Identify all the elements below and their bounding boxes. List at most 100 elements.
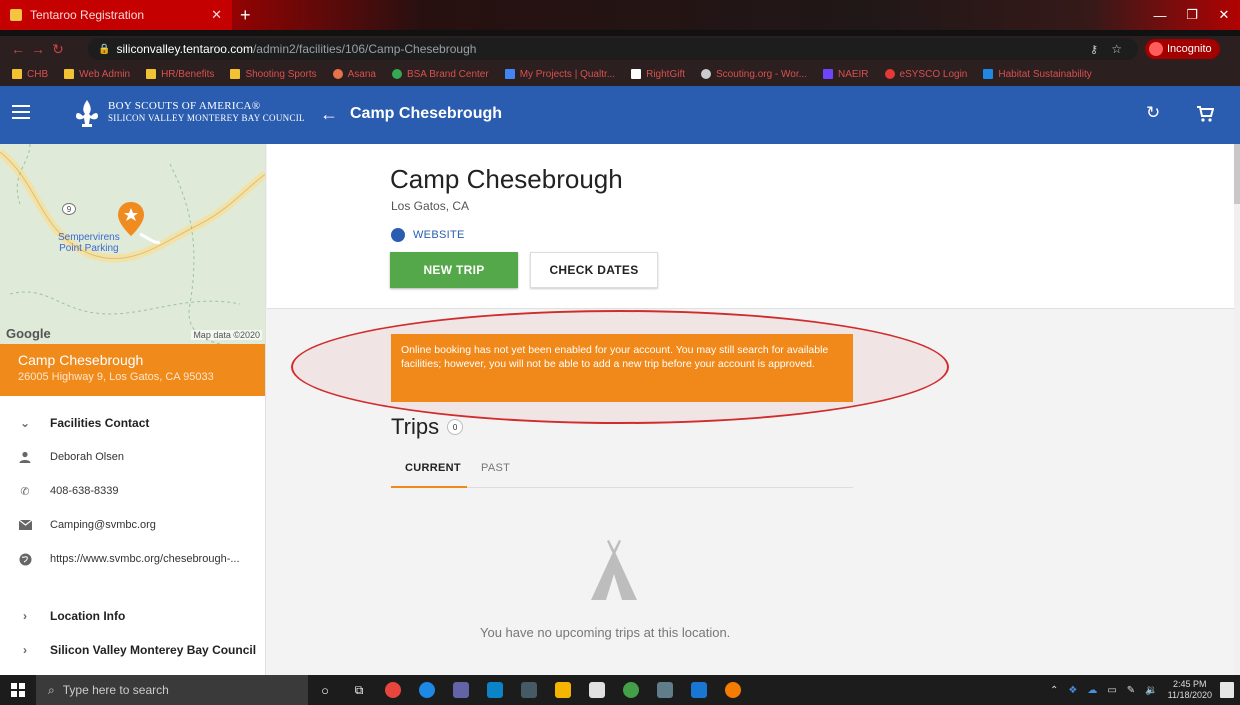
forward-arrow-icon[interactable]: → — [28, 41, 48, 57]
gift-icon — [631, 69, 642, 79]
facility-title: Camp Chesebrough — [390, 164, 623, 194]
tab-current[interactable]: CURRENT — [405, 462, 461, 474]
bookmark-item[interactable]: Web Admin — [64, 69, 130, 80]
back-arrow-icon[interactable]: ← — [8, 41, 28, 57]
asana-icon — [332, 69, 343, 79]
new-trip-button[interactable]: NEW TRIP — [390, 252, 518, 288]
edge-icon[interactable] — [410, 675, 444, 705]
clock-date: 11/18/2020 — [1167, 690, 1212, 700]
network-app-icon[interactable] — [478, 675, 512, 705]
bsa-icon — [391, 69, 402, 79]
browser-tab[interactable]: Tentaroo Registration ✕ — [0, 0, 232, 30]
check-dates-button[interactable]: CHECK DATES — [530, 252, 658, 288]
document-app-icon[interactable] — [580, 675, 614, 705]
window-close-icon[interactable]: ✕ — [1208, 0, 1240, 30]
bookmark-item[interactable]: CHB — [12, 69, 48, 80]
contact-phone[interactable]: 408-638-8339 — [50, 485, 119, 497]
folder-icon — [230, 69, 241, 79]
onedrive-icon[interactable]: ☁ — [1087, 685, 1097, 696]
map-attribution[interactable]: Map data ©2020 — [191, 330, 262, 340]
minimize-icon[interactable]: — — [1144, 0, 1176, 30]
contact-url[interactable]: https://www.svmbc.org/chesebrough-... — [50, 553, 240, 565]
facility-sidebar: 9 Sempervirens Point Parking Google Map … — [0, 144, 266, 675]
council-brand[interactable]: BOY SCOUTS OF AMERICA® SILICON VALLEY MO… — [108, 100, 305, 124]
restore-icon[interactable]: ❐ — [1176, 0, 1208, 30]
map[interactable]: 9 Sempervirens Point Parking Google Map … — [0, 144, 265, 344]
tab-close-icon[interactable]: ✕ — [211, 7, 222, 23]
key-icon[interactable]: ⚷ — [1090, 43, 1098, 56]
contact-phone-row[interactable]: ✆ 408-638-8339 — [0, 474, 265, 508]
taskbar-search[interactable]: ⌕ Type here to search — [36, 675, 308, 705]
media-app-icon[interactable] — [512, 675, 546, 705]
incognito-indicator[interactable]: Incognito — [1145, 39, 1220, 59]
google-logo: Google — [6, 326, 51, 341]
paint-app-icon[interactable] — [716, 675, 750, 705]
file-explorer-icon[interactable] — [546, 675, 580, 705]
teams-icon[interactable] — [444, 675, 478, 705]
location-info-section[interactable]: › Location Info — [0, 599, 265, 633]
refresh-icon[interactable]: ↻ — [1146, 103, 1160, 123]
cart-icon[interactable] — [1196, 105, 1214, 123]
trips-count-badge: 0 — [447, 419, 464, 435]
qualtrics-icon — [504, 69, 515, 79]
brand-line-2: SILICON VALLEY MONTEREY BAY COUNCIL — [108, 113, 305, 123]
map-roads — [0, 144, 265, 344]
facility-address: 26005 Highway 9, Los Gatos, CA 95033 — [18, 371, 214, 383]
page-content: 9 Sempervirens Point Parking Google Map … — [0, 144, 1240, 675]
cortana-icon[interactable]: ○ — [308, 675, 342, 705]
pen-icon[interactable]: ✎ — [1127, 685, 1135, 696]
tray-chevron-icon[interactable]: ⌃ — [1050, 685, 1058, 696]
bookmark-item[interactable]: BSA Brand Center — [391, 69, 489, 80]
reload-icon[interactable]: ↻ — [48, 41, 68, 58]
app-header: BOY SCOUTS OF AMERICA® SILICON VALLEY MO… — [0, 86, 1240, 144]
bookmark-item[interactable]: Habitat Sustainability — [983, 69, 1092, 80]
bookmark-item[interactable]: eSYSCO Login — [884, 69, 967, 80]
bsa-fleur-de-lis-icon — [76, 100, 98, 127]
chevron-right-icon: › — [23, 609, 27, 623]
mail-icon[interactable] — [682, 675, 716, 705]
task-view-icon[interactable]: ⧉ — [342, 675, 376, 705]
bookmark-item[interactable]: Shooting Sports — [230, 69, 317, 80]
page-scrollbar[interactable] — [1234, 144, 1240, 675]
contact-url-row[interactable]: https://www.svmbc.org/chesebrough-... — [0, 542, 265, 576]
network-icon[interactable]: ▭ — [1107, 685, 1116, 696]
start-button[interactable] — [0, 675, 36, 705]
star-icon[interactable]: ☆ — [1111, 42, 1122, 56]
bookmark-item[interactable]: Scouting.org - Wor... — [701, 69, 807, 80]
back-arrow-icon[interactable]: ← — [320, 104, 338, 125]
habitat-icon — [983, 69, 994, 79]
svg-text:9: 9 — [67, 205, 72, 214]
calculator-icon[interactable] — [648, 675, 682, 705]
bookmarks-bar: CHB Web Admin HR/Benefits Shooting Sport… — [0, 62, 1240, 86]
bookmark-item[interactable]: My Projects | Qualtr... — [504, 69, 615, 80]
bookmark-item[interactable]: Asana — [332, 69, 376, 80]
menu-icon[interactable] — [12, 105, 30, 119]
scrollbar-thumb[interactable] — [1234, 144, 1240, 204]
new-tab-button[interactable]: + — [240, 6, 251, 24]
contact-email[interactable]: Camping@svmbc.org — [50, 519, 156, 531]
facility-header-card: Camp Chesebrough Los Gatos, CA WEBSITE N… — [267, 144, 1240, 309]
bookmark-item[interactable]: NAEIR — [822, 69, 869, 80]
chrome-icon[interactable] — [376, 675, 410, 705]
at-sign-icon — [701, 69, 711, 79]
globe-icon — [0, 553, 50, 566]
address-bar[interactable]: 🔒 siliconvalley.tentaroo.com/admin2/faci… — [88, 38, 1138, 60]
website-link[interactable]: WEBSITE — [391, 228, 465, 242]
taskbar-clock[interactable]: 2:45 PM 11/18/2020 — [1168, 679, 1212, 701]
facilities-contact: ⌄ Facilities Contact Deborah Olsen ✆ 408… — [0, 406, 265, 576]
map-pin-icon[interactable] — [118, 202, 144, 236]
bookmark-item[interactable]: RightGift — [631, 69, 685, 80]
tab-past[interactable]: PAST — [481, 462, 510, 474]
volume-icon[interactable]: 🔉 — [1145, 685, 1157, 696]
taskbar-search-placeholder: Type here to search — [62, 683, 169, 697]
dropbox-icon[interactable]: ❖ — [1068, 685, 1077, 696]
contact-name-row: Deborah Olsen — [0, 440, 265, 474]
bookmark-item[interactable]: HR/Benefits — [146, 69, 214, 80]
notification-center-icon[interactable] — [1220, 682, 1234, 698]
chevron-down-icon: ⌄ — [19, 416, 31, 430]
contact-heading[interactable]: ⌄ Facilities Contact — [0, 406, 265, 440]
url-path: /admin2/facilities/106/Camp-Chesebrough — [252, 42, 477, 56]
contact-email-row[interactable]: Camping@svmbc.org — [0, 508, 265, 542]
council-section[interactable]: › Silicon Valley Monterey Bay Council — [0, 633, 265, 667]
sync-app-icon[interactable] — [614, 675, 648, 705]
